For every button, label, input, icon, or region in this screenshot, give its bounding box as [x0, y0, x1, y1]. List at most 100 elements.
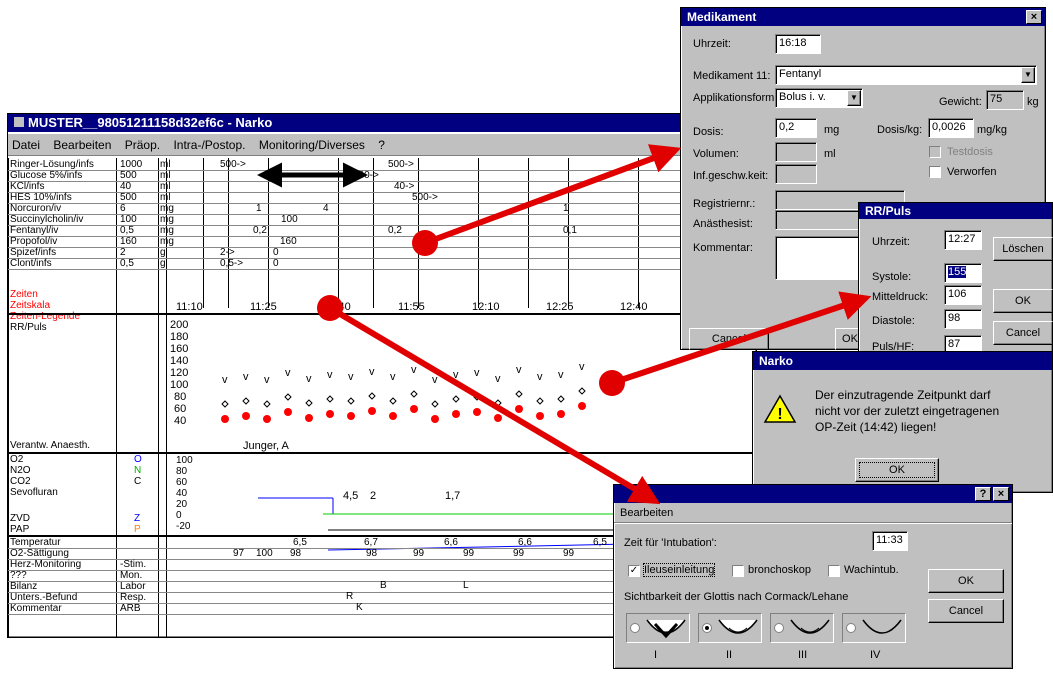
svg-text:v: v	[369, 366, 375, 378]
wach-checkbox[interactable]	[828, 565, 840, 577]
mitteldruck-field[interactable]: 106	[944, 285, 982, 305]
gas-name: N2O	[10, 465, 31, 476]
intub-ok-button[interactable]: OK	[928, 569, 1004, 593]
gas-scale: 100	[176, 455, 193, 466]
grade-label: I	[654, 649, 658, 661]
svg-text:v: v	[411, 364, 417, 376]
registriernr-label: Registriernr.:	[693, 198, 756, 210]
ileus-label: Ileuseinleitung	[642, 563, 716, 577]
hline	[8, 452, 756, 454]
bottom-code: Mon.	[120, 570, 143, 581]
sevo-value: 2	[370, 490, 377, 502]
gas-name: ZVD	[10, 513, 30, 524]
rr-ok-button[interactable]: OK	[993, 289, 1053, 313]
chevron-down-icon[interactable]: ▼	[847, 90, 861, 106]
rr-uhrzeit-label: Uhrzeit:	[872, 236, 910, 248]
menubar: Datei Bearbeiten Präop. Intra-/Postop. M…	[8, 134, 756, 156]
cancel-button[interactable]: Cancel	[689, 328, 769, 350]
bottom-name: Temperatur	[10, 537, 61, 548]
svg-text:v: v	[390, 371, 396, 383]
main-title: MUSTER__98051211158d32ef6c - Narko	[28, 115, 273, 130]
sat-value: 97	[233, 548, 245, 559]
bottom-code: ARB	[120, 603, 141, 614]
bottom-name: Kommentar	[10, 603, 62, 614]
svg-text:v: v	[558, 369, 564, 381]
dosis-label: Dosis:	[693, 126, 724, 138]
grade-option[interactable]	[698, 613, 762, 643]
wach-label: Wachintub.	[844, 564, 899, 576]
menu-bearbeiten[interactable]: Bearbeiten	[53, 138, 111, 152]
infgeschw-label: Inf.geschw.keit:	[693, 170, 769, 182]
sat-value: 99	[413, 548, 425, 559]
mg-label: mg	[824, 124, 840, 136]
volumen-field[interactable]	[775, 142, 817, 162]
diastole-field[interactable]: 98	[944, 309, 982, 329]
broncho-label: bronchoskop	[748, 564, 811, 576]
sat-value: 98	[290, 548, 302, 559]
gewicht-label: Gewicht:	[939, 96, 982, 108]
gas-scale: 0	[176, 510, 182, 521]
svg-text:v: v	[495, 373, 501, 385]
medikament-select[interactable]: Fentanyl	[775, 65, 1037, 85]
main-titlebar[interactable]: MUSTER__98051211158d32ef6c - Narko	[8, 114, 756, 132]
svg-text:v: v	[264, 374, 270, 386]
marker-r: R	[346, 591, 354, 602]
grade-option[interactable]	[770, 613, 834, 643]
systole-value: 155	[948, 266, 967, 278]
rr-titlebar[interactable]: RR/Puls	[859, 203, 1052, 219]
narko-titlebar[interactable]: Narko	[753, 352, 1052, 370]
gas-scale: 60	[176, 477, 188, 488]
app-icon	[14, 117, 24, 127]
menu-praeop[interactable]: Präop.	[125, 138, 160, 152]
intub-titlebar[interactable]	[614, 485, 1012, 503]
menu-intra[interactable]: Intra-/Postop.	[173, 138, 245, 152]
verworfen-checkbox[interactable]	[929, 166, 941, 178]
gas-scale: 20	[176, 499, 188, 510]
narko-ok-button[interactable]: OK	[855, 458, 939, 482]
rr-uhrzeit-field[interactable]: 12:27	[944, 230, 982, 250]
gas-code: N	[134, 465, 142, 476]
infgeschw-field[interactable]	[775, 164, 817, 184]
close-icon[interactable]: ×	[1026, 10, 1042, 24]
loeschen-button[interactable]: Löschen	[993, 237, 1053, 261]
intub-menu-bearbeiten[interactable]: Bearbeiten	[620, 507, 673, 519]
close-icon[interactable]: ×	[993, 487, 1009, 501]
narko-title: Narko	[759, 354, 794, 368]
svg-text:v: v	[474, 367, 480, 379]
intub-cancel-button[interactable]: Cancel	[928, 599, 1004, 623]
menu-help[interactable]: ?	[378, 138, 385, 152]
grade-option[interactable]	[842, 613, 906, 643]
uhrzeit-field[interactable]: 16:18	[775, 34, 821, 54]
bottom-code: Resp.	[120, 592, 147, 603]
kommentar-label: Kommentar:	[693, 242, 753, 254]
gas-code: O	[134, 454, 142, 465]
bottom-code: -Stim.	[120, 559, 147, 570]
dosis-field[interactable]: 0,2	[775, 118, 817, 138]
ileus-checkbox[interactable]: ✓	[628, 565, 640, 577]
grade-option[interactable]	[626, 613, 690, 643]
sevo-value: 1,7	[445, 490, 461, 502]
systole-field[interactable]: 155	[944, 263, 982, 283]
svg-text:v: v	[579, 361, 585, 373]
sat-value: 99	[513, 548, 525, 559]
menu-monitoring[interactable]: Monitoring/Diverses	[259, 138, 365, 152]
dosiskg-field[interactable]: 0,0026	[928, 118, 974, 138]
broncho-checkbox[interactable]	[732, 565, 744, 577]
svg-text:v: v	[432, 374, 438, 386]
chevron-down-icon[interactable]: ▼	[1021, 67, 1035, 83]
svg-text:v: v	[306, 373, 312, 385]
intub-zeit-field[interactable]: 11:33	[872, 531, 908, 551]
narko-msg-2: nicht vor der zuletzt eingetragenen	[815, 404, 1000, 418]
uhrzeit-label: Uhrzeit:	[693, 38, 731, 50]
rr-puls-dialog: RR/Puls Uhrzeit: 12:27 Löschen Systole: …	[858, 202, 1053, 362]
gewicht-field[interactable]: 75	[986, 90, 1024, 110]
gas-code: P	[134, 524, 141, 535]
testdosis-checkbox[interactable]	[929, 146, 941, 158]
medikament-titlebar[interactable]: Medikament	[681, 8, 1045, 26]
row-verantw: Verantw. Anaesth.	[10, 440, 91, 451]
volumen-label: Volumen:	[693, 148, 739, 160]
rr-cancel-button[interactable]: Cancel	[993, 321, 1053, 345]
help-icon[interactable]: ?	[975, 487, 991, 501]
menu-datei[interactable]: Datei	[12, 138, 40, 152]
diastole-label: Diastole:	[872, 315, 915, 327]
